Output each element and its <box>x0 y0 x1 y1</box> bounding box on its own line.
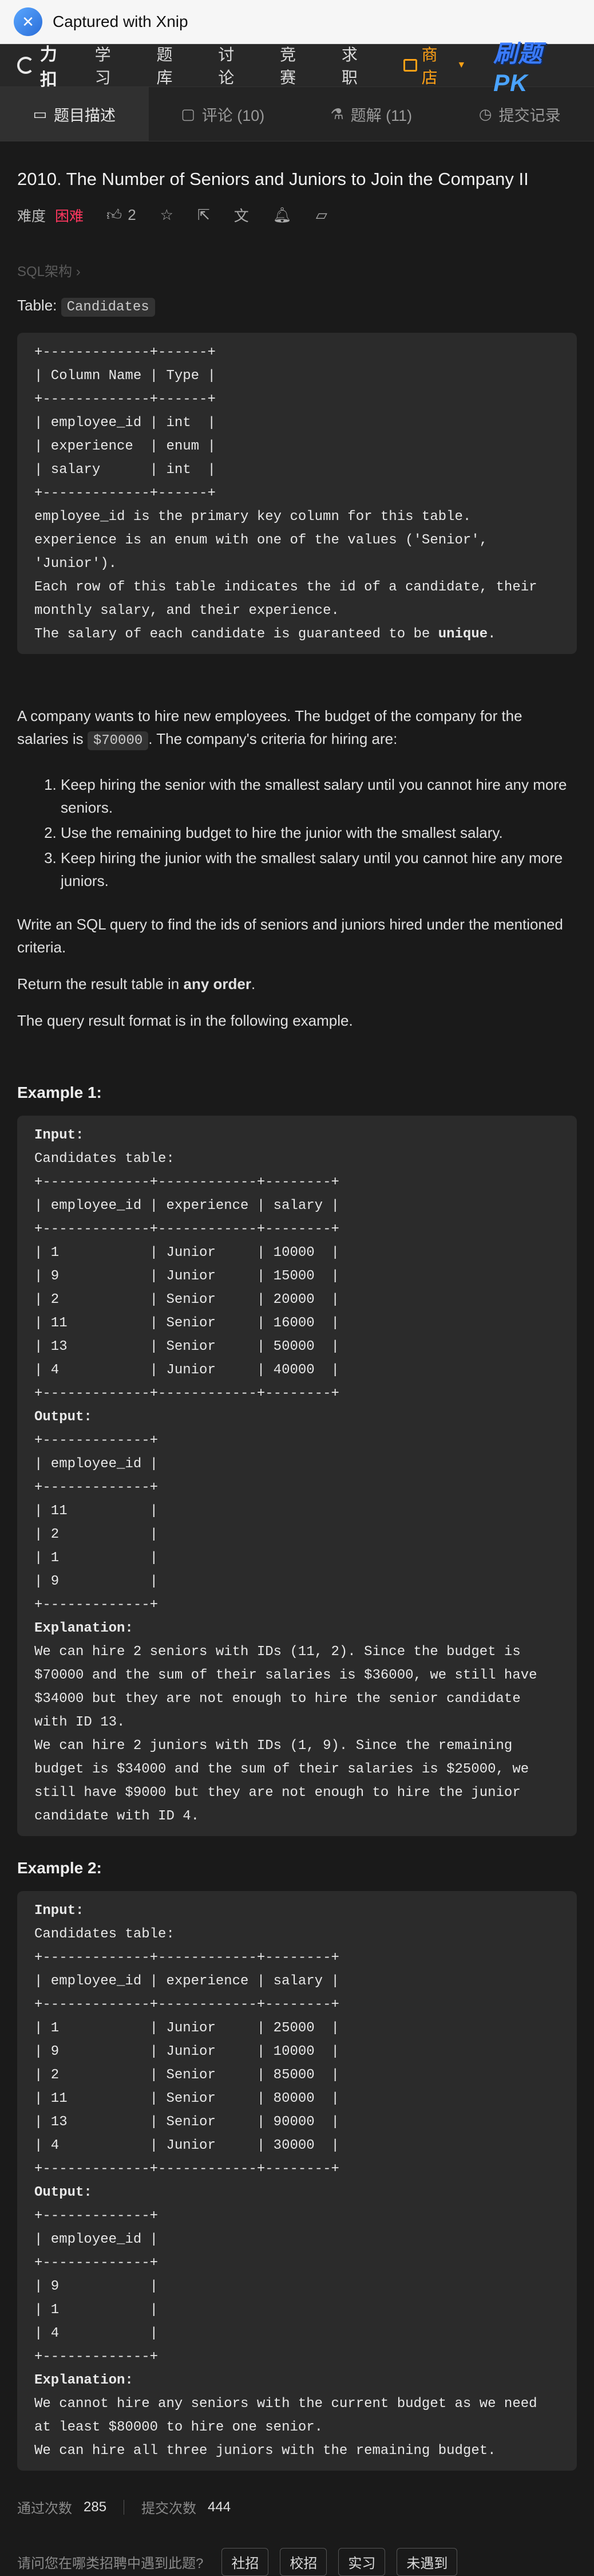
example-2-output-label: Output: <box>34 2185 92 2200</box>
share-icon[interactable]: ⇱ <box>197 206 210 224</box>
nav-discuss[interactable]: 讨论 <box>218 42 250 88</box>
interview-survey: 请问您在哪类招聘中遇到此题? 社招 校招 实习 未遇到 <box>17 2548 577 2576</box>
example-1-input-label: Input: <box>34 1128 84 1143</box>
like-count: 2 <box>128 206 136 223</box>
survey-option-intern[interactable]: 实习 <box>338 2548 385 2576</box>
nav-learn[interactable]: 学习 <box>95 42 127 88</box>
submission-stats: 通过次数 285 提交次数 444 <box>17 2497 577 2517</box>
format-paragraph: The query result format is in the follow… <box>17 1009 577 1032</box>
example-1-output: +-------------+ | employee_id | +-------… <box>34 1433 158 1613</box>
schema-end-text: . <box>488 627 496 642</box>
example-1-input: Candidates table: +-------------+-------… <box>34 1151 339 1401</box>
star-icon[interactable]: ☆ <box>160 206 173 224</box>
section-breadcrumb[interactable]: SQL架构 › <box>17 260 577 280</box>
comment-icon: ▢ <box>181 105 195 123</box>
example-1-explanation-label: Explanation: <box>34 1621 133 1636</box>
list-item: Keep hiring the junior with the smallest… <box>61 846 577 892</box>
example-1-title: Example 1: <box>17 1084 577 1102</box>
tab-solutions[interactable]: ⚗ 题解 (11) <box>297 87 446 141</box>
nav-store-label: 商店 <box>422 42 454 88</box>
pk-banner-text: 刷题 <box>493 40 542 67</box>
problem-tabs: ▭ 题目描述 ▢ 评论 (10) ⚗ 题解 (11) ◷ 提交记录 <box>0 87 594 141</box>
nav-problemset[interactable]: 题库 <box>156 42 188 88</box>
example-1-explanation: We can hire 2 seniors with IDs (11, 2). … <box>34 1644 545 1824</box>
budget-code: $70000 <box>88 731 148 750</box>
description-paragraph: A company wants to hire new employees. T… <box>17 704 577 753</box>
return-bold-text: any order <box>184 975 252 992</box>
criteria-list: Keep hiring the senior with the smallest… <box>17 773 577 892</box>
table-heading: Table: Candidates <box>17 294 577 319</box>
description-text-2: . The company's criteria for hiring are: <box>148 730 397 747</box>
brand-name: 力扣 <box>40 40 74 90</box>
schema-text: +-------------+------+ | Column Name | T… <box>34 345 545 642</box>
example-2-explanation-label: Explanation: <box>34 2373 133 2388</box>
like-button[interactable]: 👍︎ 2 <box>106 206 136 224</box>
thumbs-up-icon: 👍︎ <box>106 206 122 223</box>
description-icon: ▭ <box>33 105 47 123</box>
caret-down-icon: ▼ <box>457 60 466 70</box>
survey-option-campus[interactable]: 校招 <box>280 2548 327 2576</box>
submitted-count: 444 <box>208 2499 231 2515</box>
table-label: Table: <box>17 297 57 314</box>
leetcode-logo-icon <box>17 57 34 74</box>
return-end-text: . <box>251 975 255 992</box>
table-name: Candidates <box>61 298 155 317</box>
tab-submissions-label: 提交记录 <box>499 103 561 125</box>
capture-title: Captured with Xnip <box>53 13 188 31</box>
accepted-label: 通过次数 <box>17 2497 72 2517</box>
example-1-output-label: Output: <box>34 1409 92 1425</box>
tab-solutions-label: 题解 (11) <box>351 103 413 125</box>
nav-store[interactable]: 商店 ▼ <box>403 42 466 88</box>
history-icon: ◷ <box>479 105 492 123</box>
problem-meta: 难度 困难 👍︎ 2 ☆ ⇱ 文 🔔︎ ▱ <box>17 204 577 226</box>
list-item: Keep hiring the senior with the smallest… <box>61 773 577 819</box>
query-paragraph: Write an SQL query to find the ids of se… <box>17 913 577 959</box>
tab-comments-label: 评论 (10) <box>202 103 265 125</box>
tab-comments[interactable]: ▢ 评论 (10) <box>149 87 298 141</box>
bell-icon[interactable]: 🔔︎ <box>273 206 292 224</box>
nav-jobs[interactable]: 求职 <box>342 42 374 88</box>
survey-question: 请问您在哪类招聘中遇到此题? <box>17 2552 203 2572</box>
difficulty-badge: 困难 <box>55 205 84 226</box>
feedback-icon[interactable]: ▱ <box>316 206 327 224</box>
schema-bold-text: unique <box>438 627 488 642</box>
survey-option-social[interactable]: 社招 <box>221 2548 268 2576</box>
top-navbar: 力扣 学习 题库 讨论 竞赛 求职 商店 ▼ 刷题PK <box>0 44 594 87</box>
problem-content: 2010. The Number of Seniors and Juniors … <box>0 168 594 2576</box>
example-2-explanation: We cannot hire any seniors with the curr… <box>34 2396 545 2459</box>
example-2-output: +-------------+ | employee_id | +-------… <box>34 2208 158 2365</box>
return-text: Return the result table in <box>17 975 184 992</box>
nav-contest[interactable]: 竞赛 <box>280 42 312 88</box>
translate-icon[interactable]: 文 <box>234 204 249 226</box>
submitted-label: 提交次数 <box>141 2497 196 2517</box>
tab-submissions[interactable]: ◷ 提交记录 <box>446 87 594 141</box>
flask-icon: ⚗ <box>330 105 343 123</box>
accepted-count: 285 <box>84 2499 106 2515</box>
list-item: Use the remaining budget to hire the jun… <box>61 821 577 844</box>
store-icon <box>403 59 417 72</box>
example-2-input: Candidates table: +-------------+-------… <box>34 1927 339 2177</box>
schema-block: +-------------+------+ | Column Name | T… <box>17 333 577 654</box>
tab-description[interactable]: ▭ 题目描述 <box>0 87 149 141</box>
example-2-input-label: Input: <box>34 1903 84 1919</box>
return-paragraph: Return the result table in any order. <box>17 972 577 995</box>
survey-option-never[interactable]: 未遇到 <box>397 2548 457 2576</box>
difficulty-label: 难度 <box>17 205 46 226</box>
brand-logo[interactable]: 力扣 <box>17 40 74 90</box>
example-2-title: Example 2: <box>17 1859 577 1877</box>
tab-description-label: 题目描述 <box>54 103 116 125</box>
example-1-block: Input: Candidates table: +-------------+… <box>17 1116 577 1836</box>
xnip-logo-icon: ✕ <box>14 7 42 36</box>
example-2-block: Input: Candidates table: +-------------+… <box>17 1891 577 2471</box>
problem-title: 2010. The Number of Seniors and Juniors … <box>17 168 577 191</box>
